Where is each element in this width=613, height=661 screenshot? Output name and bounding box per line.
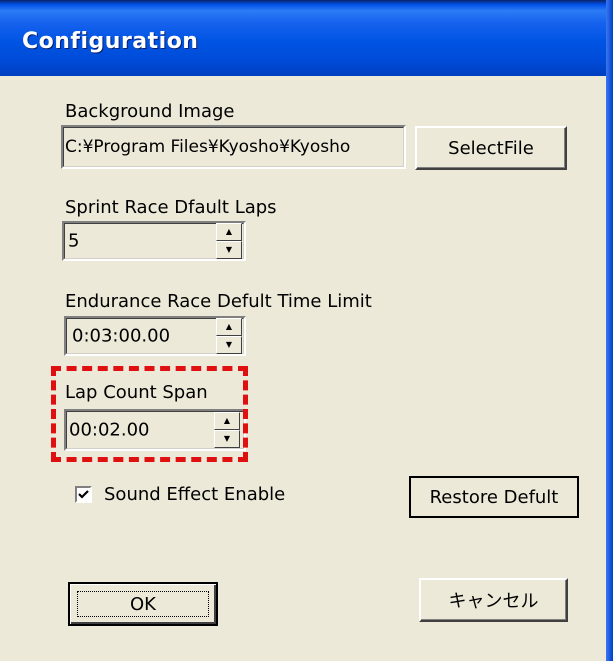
- sprint-laps-label: Sprint Race Dfault Laps: [65, 197, 277, 218]
- checkmark-icon: [78, 490, 89, 499]
- endurance-limit-label: Endurance Race Defult Time Limit: [65, 291, 372, 312]
- title-bar[interactable]: Configuration: [0, 0, 613, 76]
- ok-button[interactable]: OK: [68, 582, 218, 626]
- window-title: Configuration: [22, 29, 199, 54]
- spin-down-arrow-icon[interactable]: ▼: [216, 336, 242, 354]
- sound-effect-checkbox[interactable]: [75, 486, 92, 503]
- background-image-field[interactable]: C:¥Program Files¥Kyosho¥Kyosho: [61, 125, 406, 169]
- configuration-dialog: Configuration Background Image C:¥Progra…: [0, 0, 613, 661]
- spin-down-arrow-icon[interactable]: ▼: [216, 241, 242, 259]
- sprint-laps-spinner[interactable]: ▲ ▼: [216, 223, 242, 259]
- endurance-limit-value: 0:03:00.00: [72, 325, 171, 347]
- focus-rectangle: [77, 591, 209, 617]
- cancel-button[interactable]: キャンセル: [419, 578, 568, 622]
- background-image-label: Background Image: [65, 101, 235, 122]
- endurance-limit-spinner[interactable]: ▲ ▼: [216, 318, 242, 354]
- restore-default-button[interactable]: Restore Defult: [409, 476, 579, 518]
- select-file-button[interactable]: SelectFile: [415, 126, 567, 170]
- spin-up-arrow-icon[interactable]: ▲: [216, 223, 242, 241]
- window-frame-right: [606, 0, 613, 661]
- sprint-laps-value: 5: [68, 230, 80, 252]
- sound-effect-label[interactable]: Sound Effect Enable: [104, 484, 285, 505]
- spin-up-arrow-icon[interactable]: ▲: [216, 318, 242, 336]
- background-image-path: C:¥Program Files¥Kyosho¥Kyosho: [65, 137, 351, 157]
- highlight-annotation: [51, 366, 248, 462]
